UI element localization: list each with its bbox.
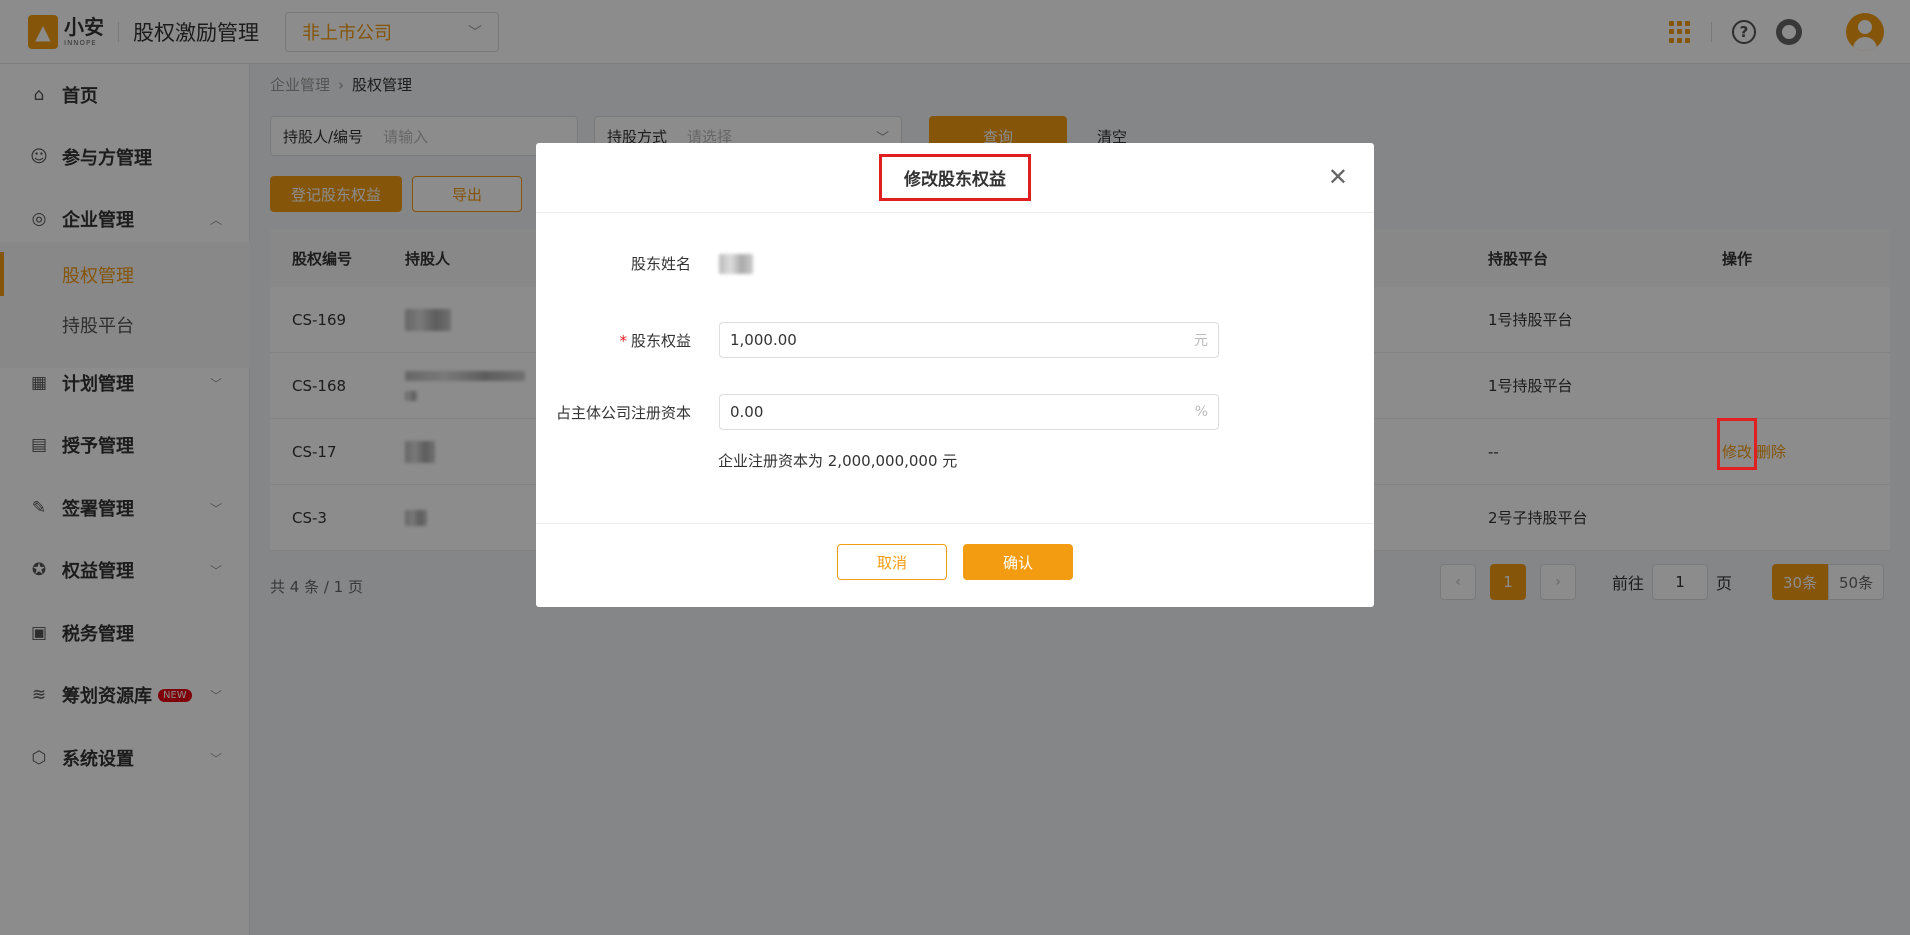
percent-suffix: % bbox=[1194, 404, 1208, 420]
edit-link-highlight bbox=[1717, 418, 1757, 470]
equity-row: * 股东权益 1,000.00 元 bbox=[536, 322, 1374, 358]
edit-equity-dialog: 修改股东权益 ✕ 股东姓名 * 股东权益 1,000.00 元 占主体公司注册资本… bbox=[536, 143, 1374, 607]
unit-suffix: 元 bbox=[1194, 333, 1208, 349]
ratio-row: 占主体公司注册资本 0.00 % bbox=[536, 394, 1374, 430]
confirm-button[interactable]: 确认 bbox=[963, 544, 1073, 580]
ratio-input[interactable]: 0.00 % bbox=[719, 394, 1219, 430]
equity-label: 股东权益 bbox=[630, 331, 691, 350]
close-icon[interactable]: ✕ bbox=[1328, 165, 1348, 189]
cancel-button[interactable]: 取消 bbox=[837, 544, 947, 580]
shareholder-name-label: 股东姓名 bbox=[630, 255, 691, 273]
ratio-label: 占主体公司注册资本 bbox=[555, 403, 691, 422]
shareholder-name-blurred bbox=[719, 253, 753, 274]
equity-input[interactable]: 1,000.00 元 bbox=[719, 322, 1219, 358]
dialog-title: 修改股东权益 bbox=[879, 154, 1031, 201]
registered-capital-hint: 企业注册资本为 2,000,000,000 元 bbox=[718, 452, 958, 470]
shareholder-name-row: 股东姓名 bbox=[536, 253, 1374, 274]
